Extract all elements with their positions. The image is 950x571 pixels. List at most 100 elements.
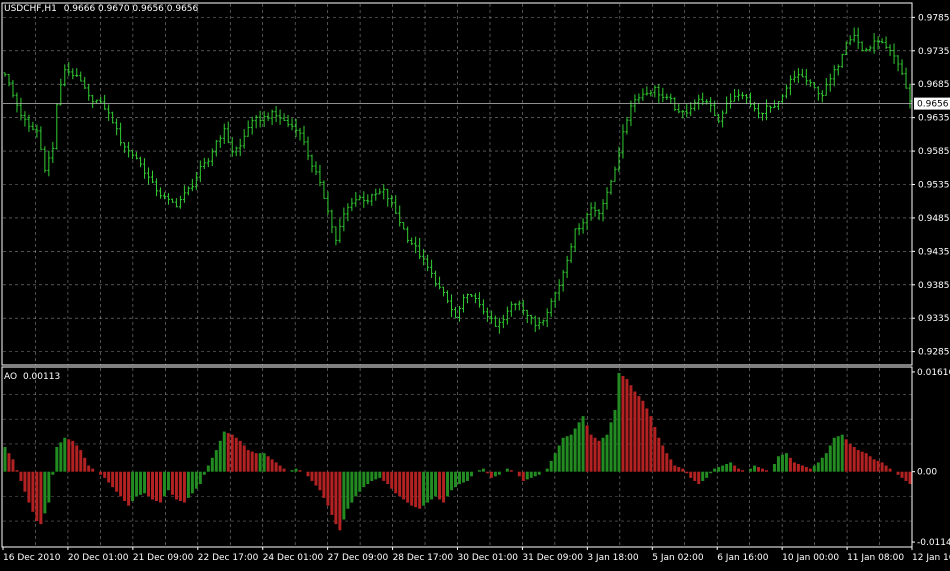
price-bar (497, 317, 501, 334)
price-bar (780, 93, 784, 105)
price-bar (641, 88, 645, 101)
price-bar (115, 118, 119, 136)
price-bar (657, 84, 661, 103)
price-bar (374, 188, 378, 201)
price-bar (370, 193, 374, 206)
price-bar (99, 96, 103, 104)
price-bar (525, 309, 529, 324)
price-bar (382, 184, 386, 200)
price-bar (398, 205, 402, 227)
ao-axis-label: 0.00 (917, 468, 937, 478)
price-bar (174, 198, 178, 208)
price-bar (55, 103, 59, 150)
price-bar (254, 114, 258, 129)
price-bar (852, 27, 856, 43)
price-bar (649, 89, 653, 97)
ao-panel-frame (1, 366, 913, 548)
price-bar (477, 292, 481, 308)
chart-window[interactable]: 0.9785 0.9735 0.9685 0.9635 0.9585 0.9535 0.94… (0, 0, 950, 567)
price-bar (338, 218, 342, 243)
price-bar (314, 161, 318, 176)
price-bar (330, 209, 334, 234)
price-bar (621, 124, 625, 159)
time-axis-label: 3 Jan 18:00 (587, 553, 639, 563)
price-bar (294, 118, 298, 137)
price-bar (888, 44, 892, 56)
price-bar (741, 91, 745, 100)
price-bar (553, 291, 557, 308)
price-bar (796, 68, 800, 84)
price-bar (836, 64, 840, 76)
time-axis-label: 22 Dec 17:00 (198, 553, 259, 563)
price-bar (250, 116, 254, 135)
price-bar (202, 157, 206, 170)
price-bar (410, 237, 414, 246)
price-bar (864, 47, 868, 52)
time-axis-label: 31 Dec 09:00 (522, 553, 583, 563)
price-bar (434, 270, 438, 287)
price-bar (282, 113, 286, 121)
price-bar (402, 222, 406, 230)
price-bar (358, 194, 362, 201)
price-bar (788, 75, 792, 96)
price-bar (178, 195, 182, 209)
time-axis-label: 27 Dec 09:00 (328, 553, 389, 563)
price-bar (541, 319, 545, 326)
price-bar (182, 185, 186, 203)
price-bar (896, 55, 900, 72)
price-bar (717, 113, 721, 124)
price-bar (561, 269, 565, 292)
time-axis-label: 10 Jan 00:00 (782, 553, 839, 563)
price-bar (302, 125, 306, 146)
price-bar (772, 100, 776, 109)
price-bar (792, 70, 796, 83)
price-bar (681, 110, 685, 119)
price-bar (346, 203, 350, 222)
price-bar (143, 158, 147, 179)
price-bar (800, 68, 804, 78)
price-axis-label: 0.9735 (918, 47, 950, 57)
price-bar (757, 103, 761, 119)
price-bar (489, 310, 493, 324)
price-bar (258, 110, 262, 128)
price-bar (880, 38, 884, 44)
price-bar (91, 94, 95, 109)
price-bar (318, 164, 322, 187)
price-bar (71, 68, 75, 80)
price-bar (721, 110, 725, 128)
price-bar (83, 76, 87, 90)
price-bar (158, 187, 162, 199)
time-axis-label: 6 Jan 16:00 (717, 553, 769, 563)
price-bar (481, 299, 485, 315)
price-bar (701, 92, 705, 105)
ao-axis-label: 0.01616 (917, 368, 950, 378)
price-bar (768, 105, 772, 113)
price-bar (286, 115, 290, 128)
price-bar (39, 126, 43, 150)
time-axis-label: 11 Jan 08:00 (847, 553, 904, 563)
chart-canvas[interactable]: 0.9785 0.9735 0.9685 0.9635 0.9585 0.9535 0.94… (0, 0, 950, 567)
price-bar (501, 314, 505, 329)
price-bar (386, 188, 390, 207)
price-bar (378, 188, 382, 195)
price-axis-label: 0.9685 (918, 80, 950, 90)
price-bar (816, 86, 820, 101)
price-bar (832, 65, 836, 87)
time-axis-label: 30 Dec 01:00 (458, 553, 519, 563)
price-bar (278, 109, 282, 125)
price-bar (186, 186, 190, 196)
time-axis-label: 20 Dec 01:00 (68, 553, 129, 563)
price-bar (860, 41, 864, 52)
price-bar (266, 112, 270, 121)
price-bar (418, 237, 422, 260)
price-bar (362, 191, 366, 208)
price-bar (485, 307, 489, 322)
price-bar (23, 111, 27, 127)
price-bar (310, 154, 314, 173)
price-bar (461, 294, 465, 313)
price-bar (51, 141, 55, 164)
price-panel-frame (1, 2, 913, 366)
time-axis-label: 21 Dec 09:00 (133, 553, 194, 563)
price-bar (87, 83, 91, 101)
price-bar (469, 293, 473, 297)
